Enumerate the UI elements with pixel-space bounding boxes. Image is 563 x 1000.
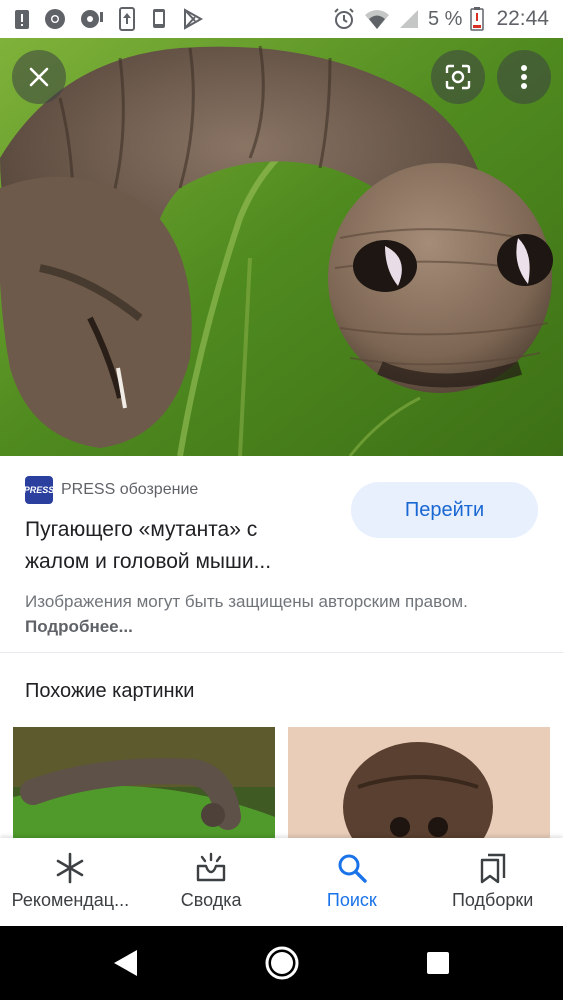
chrome-icon — [45, 9, 65, 29]
nav-label: Поиск — [326, 890, 377, 910]
nav-label: Подборки — [451, 890, 534, 910]
system-home-button[interactable] — [242, 926, 322, 1000]
system-status: 5 % 22:44 — [332, 7, 549, 31]
system-back-button[interactable] — [85, 926, 165, 1000]
result-info: PRESS PRESS обозрение Пугающего «мутанта… — [0, 456, 563, 652]
battery-low-icon — [470, 7, 485, 31]
copyright-text: Изображения могут быть защищены авторски… — [25, 592, 468, 611]
alert-icon — [15, 10, 29, 29]
close-button[interactable] — [12, 50, 66, 104]
source-logo: PRESS — [25, 476, 53, 504]
recents-square-icon — [427, 952, 449, 974]
alarm-icon — [334, 8, 354, 29]
collections-icon — [480, 853, 505, 884]
similar-image-thumbnail[interactable] — [13, 727, 275, 840]
clock: 22:44 — [496, 7, 549, 30]
nav-item-recommendations[interactable]: Рекомендац... — [0, 838, 141, 926]
wifi-icon — [364, 10, 389, 29]
nav-label: Сводка — [180, 890, 242, 910]
caterpillar-photo — [0, 38, 563, 456]
notification-icons — [14, 7, 204, 31]
bottom-navigation: Рекомендац... Сводка Поиск Подборки — [0, 838, 563, 926]
nav-label: Рекомендац... — [11, 890, 130, 910]
learn-more-link[interactable]: Подробнее... — [25, 617, 133, 636]
result-title[interactable]: Пугающего «мутанта» с жалом и головой мы… — [25, 514, 325, 578]
caterpillar-thumbnail-1 — [13, 727, 275, 840]
play-store-icon — [184, 8, 204, 30]
similar-images-title: Похожие картинки — [25, 680, 195, 702]
hero-image[interactable] — [0, 38, 563, 456]
source[interactable]: PRESS PRESS обозрение — [25, 476, 198, 504]
system-recents-button[interactable] — [398, 926, 478, 1000]
nav-item-collections[interactable]: Подборки — [422, 838, 563, 926]
goto-button[interactable]: Перейти — [351, 482, 538, 538]
divider — [0, 652, 563, 653]
similar-image-thumbnail[interactable] — [288, 727, 550, 840]
phone-icon — [153, 9, 165, 28]
copyright-notice: Изображения могут быть защищены авторски… — [25, 589, 545, 639]
more-options-button[interactable] — [497, 50, 551, 104]
nav-item-search[interactable]: Поиск — [282, 838, 423, 926]
lens-icon — [445, 64, 471, 90]
asterisk-icon — [57, 852, 84, 884]
signal-icon — [399, 10, 418, 28]
search-icon — [338, 854, 367, 883]
close-icon — [29, 67, 49, 87]
status-bar: 5 % 22:44 — [0, 0, 563, 38]
inbox-sparkle-icon — [196, 852, 226, 882]
battery-percent: 5 % — [427, 7, 463, 30]
music-icon — [81, 10, 103, 28]
back-triangle-icon — [114, 950, 137, 976]
system-navigation-bar — [0, 926, 563, 1000]
more-vert-icon — [521, 65, 527, 89]
source-name: PRESS обозрение — [61, 481, 199, 498]
nav-item-summary[interactable]: Сводка — [141, 838, 282, 926]
upload-icon — [119, 7, 135, 31]
google-lens-button[interactable] — [431, 50, 485, 104]
home-circle-icon — [265, 946, 299, 980]
caterpillar-thumbnail-2 — [288, 727, 550, 840]
